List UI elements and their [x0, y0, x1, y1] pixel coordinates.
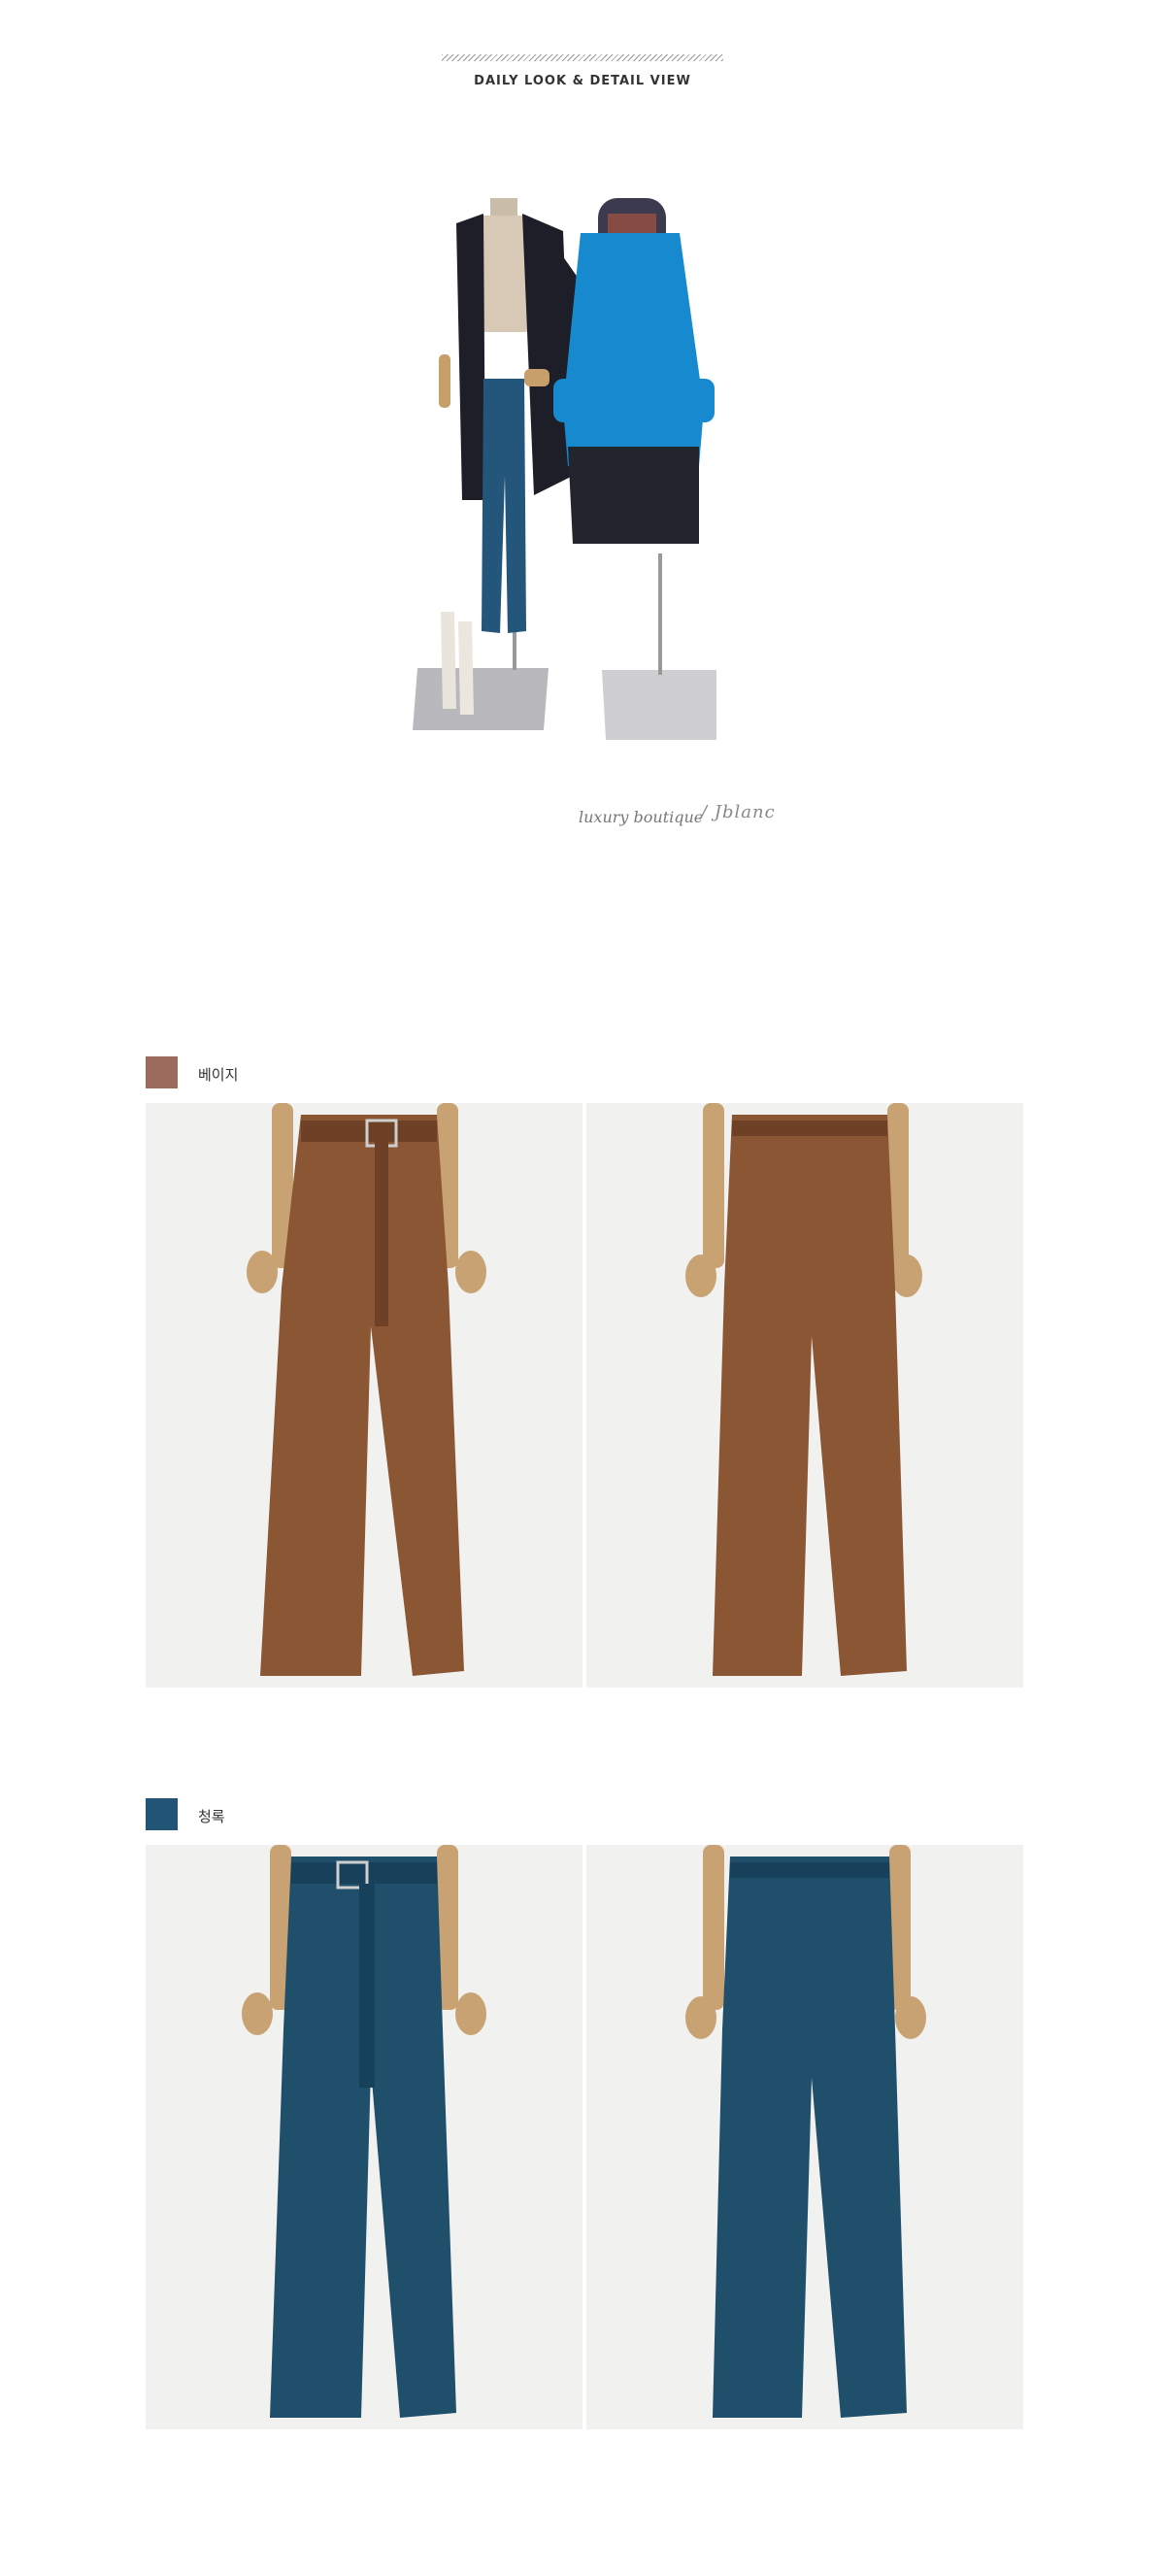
color-label-beige: 베이지 — [198, 1066, 239, 1084]
brand-signature: / Jblanc — [701, 802, 776, 822]
header-decoration — [442, 54, 723, 61]
color-label-teal: 청록 — [198, 1808, 225, 1825]
brand-text: luxury boutique — [579, 808, 704, 826]
teal-front-image — [146, 1845, 582, 2429]
color-swatch-beige — [146, 1056, 178, 1088]
color-swatch-teal — [146, 1798, 178, 1830]
teal-back-image — [586, 1845, 1023, 2429]
beige-front-image — [146, 1103, 582, 1688]
section-title: DAILY LOOK & DETAIL VIEW — [474, 74, 691, 88]
beige-back-image — [586, 1103, 1023, 1688]
daily-look-image — [408, 184, 777, 748]
